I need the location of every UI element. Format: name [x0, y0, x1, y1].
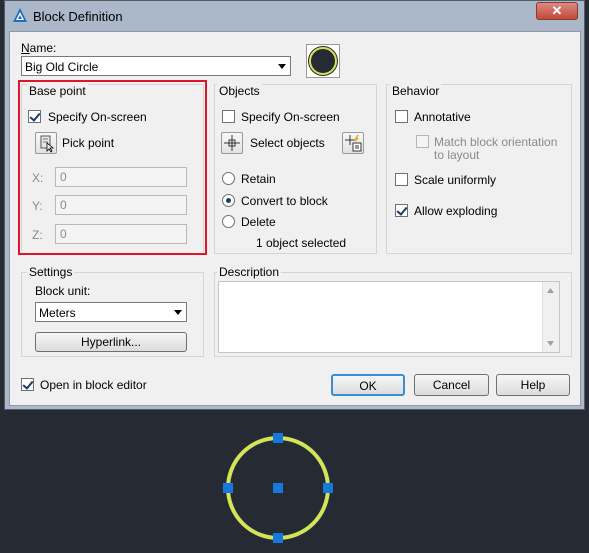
help-button-label: Help	[520, 378, 546, 392]
name-label: Name:	[21, 41, 57, 55]
hyperlink-button-label: Hyperlink...	[80, 335, 142, 349]
grip-bottom[interactable]	[273, 533, 283, 543]
description-scrollbar[interactable]	[542, 282, 559, 352]
convert-to-block-radio[interactable]	[222, 194, 235, 207]
hyperlink-button[interactable]: Hyperlink...	[35, 332, 187, 352]
scroll-up-arrow-icon[interactable]	[547, 288, 554, 293]
cancel-button[interactable]: Cancel	[414, 374, 489, 396]
ok-button[interactable]: OK	[331, 374, 405, 396]
block-definition-dialog: Block Definition ✕ Name: Big Old Circle …	[4, 0, 585, 410]
chevron-down-icon	[174, 310, 182, 315]
scroll-down-arrow-icon[interactable]	[547, 341, 554, 346]
open-in-block-editor-label: Open in block editor	[40, 378, 147, 392]
block-preview	[306, 44, 340, 78]
scale-uniformly-checkbox[interactable]	[395, 173, 408, 186]
chevron-down-icon	[278, 64, 286, 69]
objects-specify-onscreen-checkbox[interactable]	[222, 110, 235, 123]
objects-group-label: Objects	[217, 84, 262, 98]
ok-button-label: OK	[359, 379, 377, 393]
settings-group-label: Settings	[27, 265, 75, 279]
annotative-label: Annotative	[414, 110, 471, 124]
objects-specify-onscreen-label: Specify On-screen	[241, 110, 340, 124]
grip-left[interactable]	[223, 483, 233, 493]
grip-top[interactable]	[273, 433, 283, 443]
dialog-body: Name: Big Old Circle Base point Specify …	[9, 31, 581, 406]
grip-right[interactable]	[323, 483, 333, 493]
retain-radio[interactable]	[222, 172, 235, 185]
quick-select-icon	[345, 135, 362, 152]
scale-uniformly-label: Scale uniformly	[414, 173, 497, 187]
open-in-block-editor-checkbox[interactable]	[21, 378, 34, 391]
crosshair-icon	[224, 135, 240, 151]
delete-radio[interactable]	[222, 215, 235, 228]
behavior-group-label: Behavior	[390, 84, 442, 98]
block-unit-label: Block unit:	[35, 284, 91, 298]
name-value: Big Old Circle	[25, 60, 99, 74]
close-icon: ✕	[551, 3, 563, 18]
cancel-button-label: Cancel	[432, 378, 471, 392]
select-objects-button[interactable]	[221, 132, 243, 154]
block-unit-value: Meters	[39, 306, 76, 320]
annotative-checkbox[interactable]	[395, 110, 408, 123]
quick-select-button[interactable]	[342, 132, 364, 154]
allow-exploding-label: Allow exploding	[414, 204, 498, 218]
convert-to-block-label: Convert to block	[241, 194, 328, 208]
select-objects-label: Select objects	[250, 136, 325, 150]
autocad-logo-icon	[13, 8, 27, 22]
match-orientation-label-line2: to layout	[434, 148, 480, 162]
objects-selected-status: 1 object selected	[256, 236, 347, 250]
grip-center[interactable]	[273, 483, 283, 493]
match-orientation-checkbox[interactable]	[416, 135, 429, 148]
help-button[interactable]: Help	[496, 374, 570, 396]
block-unit-select[interactable]: Meters	[35, 302, 187, 322]
delete-label: Delete	[241, 215, 276, 229]
description-group-label: Description	[217, 265, 282, 279]
close-button[interactable]: ✕	[536, 2, 578, 20]
drawing-canvas[interactable]	[0, 410, 589, 553]
retain-label: Retain	[241, 172, 276, 186]
description-textarea[interactable]	[218, 281, 560, 353]
match-orientation-label: Match block orientation	[434, 135, 558, 149]
circle-preview-icon	[308, 46, 338, 76]
highlight-annotation	[18, 80, 207, 255]
name-combobox[interactable]: Big Old Circle	[21, 56, 291, 76]
allow-exploding-checkbox[interactable]	[395, 204, 408, 217]
title-bar[interactable]: Block Definition ✕	[5, 1, 584, 31]
window-title: Block Definition	[33, 9, 123, 24]
